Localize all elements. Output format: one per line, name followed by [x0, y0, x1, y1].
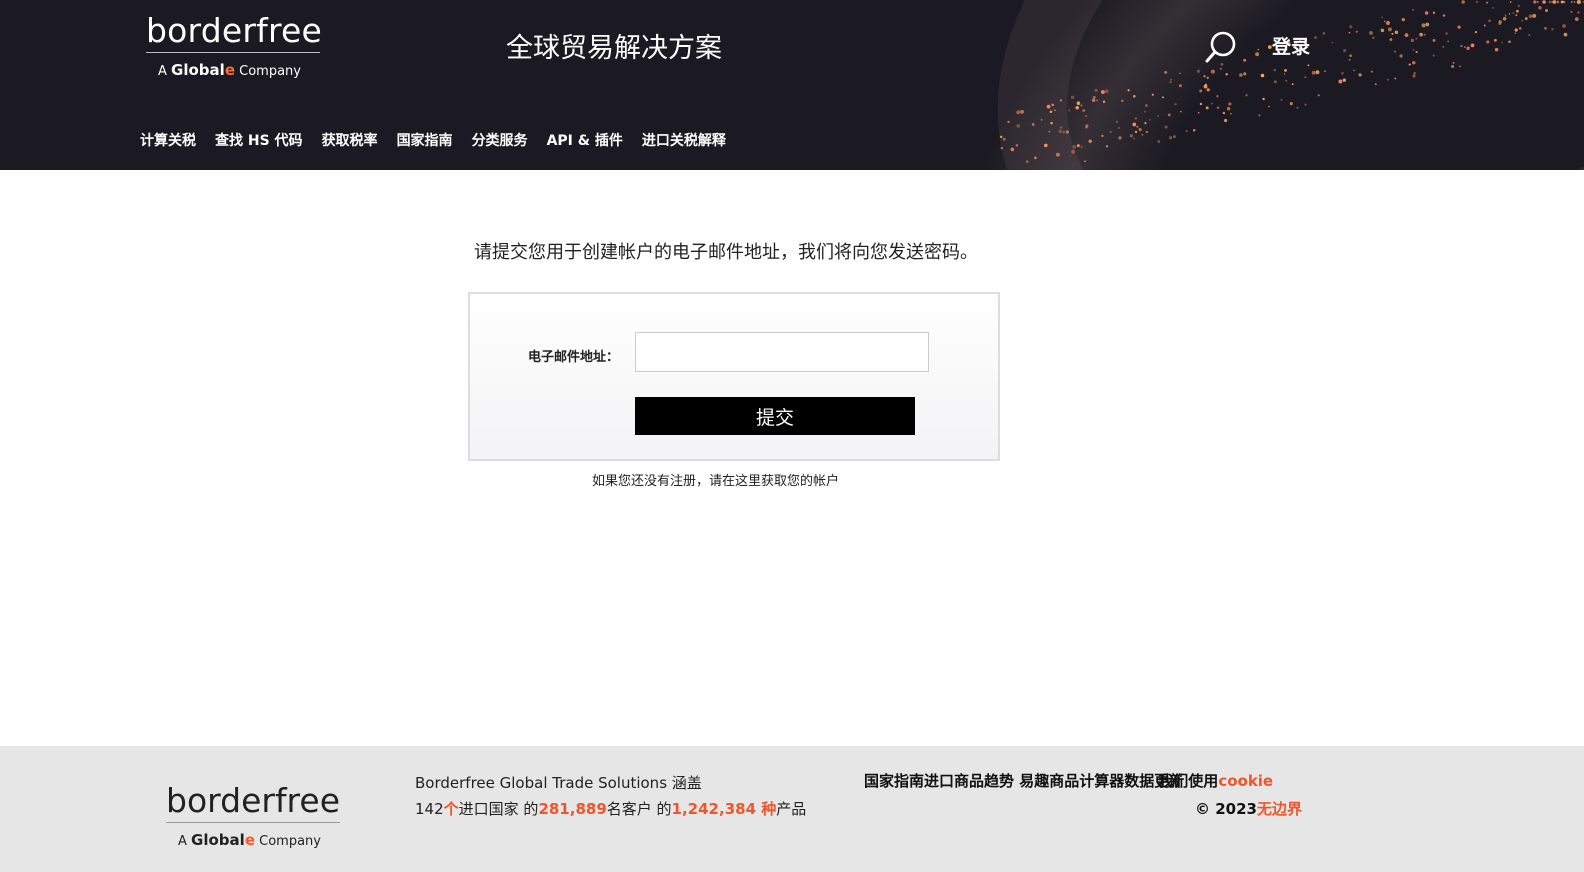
stats-line-1: Borderfree Global Trade Solutions 涵盖 [415, 774, 702, 792]
footer-logo-e: e [244, 831, 255, 849]
footer-link-cookie[interactable]: cookie [1218, 772, 1273, 790]
nav-country-guide[interactable]: 国家指南 [397, 130, 453, 150]
nav-find-hs-code[interactable]: 查找 HS 代码 [215, 130, 303, 150]
nav-import-duty-explained[interactable]: 进口关税解释 [642, 130, 726, 150]
password-reset-form: 电子邮件地址： 提交 [468, 292, 1000, 461]
footer-we-use: 我们使用 [1158, 772, 1219, 790]
search-icon[interactable] [1204, 30, 1238, 64]
footer-logo-company: Company [259, 834, 321, 849]
nav-api-plugins[interactable]: API & 插件 [547, 130, 623, 150]
logo-prefix: A [158, 64, 167, 79]
footer-logo-divider [166, 822, 340, 823]
footer-logo-global: Global [191, 831, 245, 849]
footer-logo-tagline: A Globale Company [166, 831, 346, 849]
logo-e: e [224, 61, 235, 79]
copyright-text: © 2023 [1195, 800, 1257, 818]
site-footer: borderfree A Globale Company Borderfree … [0, 746, 1584, 872]
logo-divider [146, 52, 320, 53]
footer-links: 国家指南进口商品趋势 易趣商品计算器数据更新我们使用cookie [864, 770, 1273, 791]
reset-instructions: 请提交您用于创建帐户的电子邮件地址，我们将向您发送密码。 [474, 242, 978, 263]
header-tagline: 全球贸易解决方案 [506, 33, 722, 64]
nav-calculate-duty[interactable]: 计算关税 [140, 130, 196, 150]
logo-company: Company [239, 64, 301, 79]
register-link[interactable]: 如果您还没有注册，请在这里获取您的帐户 [592, 470, 839, 489]
stats-countries-unit: 个 [443, 800, 459, 818]
footer-logo[interactable]: borderfree A Globale Company [166, 780, 346, 849]
logo-tagline: A Globale Company [146, 61, 326, 79]
nav-classification-service[interactable]: 分类服务 [472, 130, 528, 150]
footer-stats: Borderfree Global Trade Solutions 涵盖 142… [415, 770, 806, 822]
footer-logo-wordmark: borderfree [166, 781, 341, 820]
stats-countries-num: 142 [415, 800, 444, 818]
logo-wordmark: borderfree [146, 11, 323, 50]
footer-link-import-trends[interactable]: 进口商品趋势 [924, 772, 1014, 790]
main-nav: 计算关税 查找 HS 代码 获取税率 国家指南 分类服务 API & 插件 进口… [140, 130, 745, 150]
stats-products-num: 1,242,384 种 [671, 800, 777, 818]
stats-products-text: 产品 [776, 800, 807, 818]
stats-countries-text: 进口国家 的 [458, 800, 539, 818]
footer-link-trade-calculator[interactable]: 易趣商品计算器 [1019, 772, 1124, 790]
stats-line-2: 142个进口国家 的281,889名客户 的1,242,384 种产品 [415, 796, 806, 822]
nav-get-tax-rate[interactable]: 获取税率 [322, 130, 378, 150]
header-logo[interactable]: borderfree A Globale Company [146, 10, 326, 79]
site-header: borderfree A Globale Company 全球贸易解决方案 登录… [0, 0, 1584, 170]
login-link[interactable]: 登录 [1272, 32, 1310, 59]
logo-global: Global [171, 61, 225, 79]
stats-customers-num: 281,889 [538, 800, 607, 818]
email-label: 电子邮件地址： [528, 350, 620, 365]
footer-link-country-guide[interactable]: 国家指南 [864, 772, 924, 790]
footer-copyright: © 2023无边界 [1195, 798, 1302, 819]
email-input[interactable] [635, 332, 929, 372]
copyright-brand-link[interactable]: 无边界 [1257, 800, 1302, 818]
footer-logo-prefix: A [178, 834, 187, 849]
stats-customers-text: 名客户 的 [606, 800, 672, 818]
submit-button[interactable]: 提交 [635, 397, 915, 435]
